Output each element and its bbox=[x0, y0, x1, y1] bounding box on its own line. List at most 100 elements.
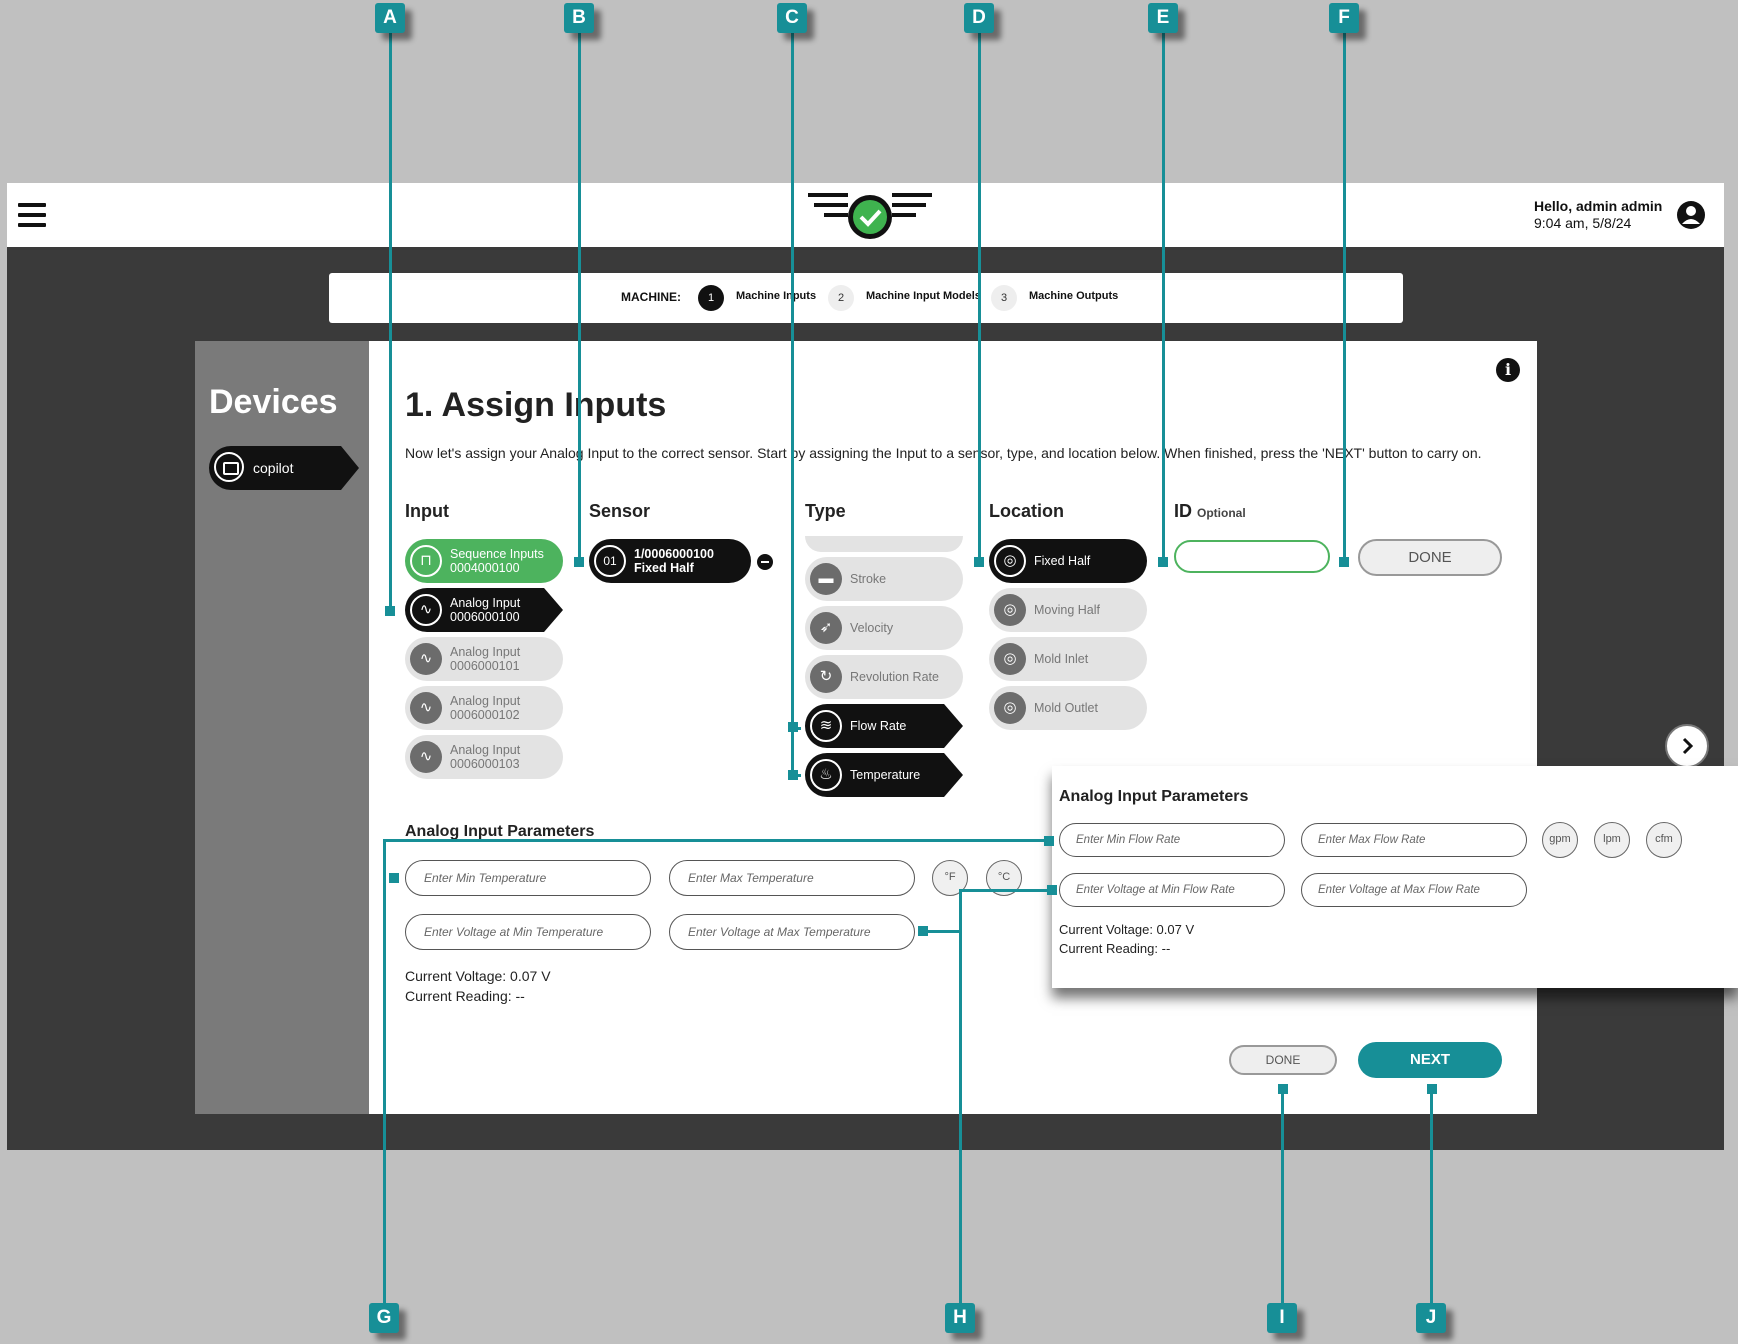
remove-sensor-icon[interactable] bbox=[757, 554, 773, 570]
sensor-number: 01 bbox=[594, 545, 626, 577]
overlay-current-voltage-text: Current Voltage: 0.07 V bbox=[1059, 922, 1195, 937]
callout-badge-g: G bbox=[369, 1303, 399, 1333]
voltage-min-temperature-input[interactable] bbox=[405, 914, 651, 950]
datetime-text: 9:04 am, 5/8/24 bbox=[1534, 215, 1632, 231]
location-label: Fixed Half bbox=[1034, 554, 1091, 568]
sequence-wave-icon: ⊓ bbox=[410, 545, 442, 577]
input-name: Analog Input bbox=[450, 743, 521, 757]
callout-badge-i: I bbox=[1267, 1303, 1297, 1333]
callout-badge-j: J bbox=[1416, 1303, 1446, 1333]
unit-lpm-toggle[interactable]: lpm bbox=[1594, 822, 1630, 858]
analog-wave-icon: ∿ bbox=[410, 741, 442, 773]
callout-badge-h: H bbox=[945, 1303, 975, 1333]
target-icon: ◎ bbox=[994, 643, 1026, 675]
step-1-number[interactable]: 1 bbox=[698, 285, 724, 311]
type-label: Velocity bbox=[850, 621, 894, 635]
device-chip-copilot[interactable]: copilot bbox=[209, 446, 359, 490]
input-item-analog[interactable]: ∿ Analog Input 0006000103 bbox=[405, 735, 563, 779]
location-label: Mold Inlet bbox=[1034, 652, 1089, 666]
type-label: Stroke bbox=[850, 572, 887, 586]
instructions-text: Now let's assign your Analog Input to th… bbox=[405, 445, 1482, 461]
type-label: Revolution Rate bbox=[850, 670, 939, 684]
input-code: 0004000100 bbox=[450, 561, 520, 575]
id-done-button[interactable]: DONE bbox=[1358, 539, 1502, 576]
input-name: Analog Input bbox=[450, 694, 521, 708]
type-item-flow-rate[interactable]: ≋ Flow Rate bbox=[805, 704, 963, 748]
analog-wave-icon: ∿ bbox=[410, 643, 442, 675]
next-button[interactable]: NEXT bbox=[1358, 1042, 1502, 1078]
revolution-icon: ↻ bbox=[810, 661, 842, 693]
readout-block: Current Voltage: 0.07 V Current Reading:… bbox=[405, 966, 551, 1006]
voltage-min-flow-input[interactable] bbox=[1059, 873, 1285, 907]
stepper-label: MACHINE: bbox=[621, 290, 681, 304]
analog-wave-icon: ∿ bbox=[410, 594, 442, 626]
input-code: 0006000100 bbox=[450, 610, 520, 624]
input-code: 0006000102 bbox=[450, 708, 520, 722]
step-2-number[interactable]: 2 bbox=[828, 285, 854, 311]
input-name: Analog Input bbox=[450, 645, 521, 659]
input-column-header: Input bbox=[405, 501, 449, 521]
input-code: 0006000101 bbox=[450, 659, 520, 673]
info-icon[interactable]: i bbox=[1496, 358, 1520, 382]
callout-badge-d: D bbox=[964, 3, 994, 33]
step-2-label[interactable]: Machine Input Models bbox=[866, 290, 981, 302]
input-item-analog-selected[interactable]: ∿ Analog Input 0006000100 bbox=[405, 588, 563, 632]
done-button[interactable]: DONE bbox=[1229, 1045, 1337, 1075]
unit-gpm-toggle[interactable]: gpm bbox=[1542, 822, 1578, 858]
input-item-analog[interactable]: ∿ Analog Input 0006000101 bbox=[405, 637, 563, 681]
voltage-max-temperature-input[interactable] bbox=[669, 914, 915, 950]
target-icon: ◎ bbox=[994, 545, 1026, 577]
devices-title: Devices bbox=[209, 383, 338, 421]
overlay-current-reading-text: Current Reading: -- bbox=[1059, 941, 1171, 956]
device-icon bbox=[214, 452, 244, 482]
input-item-analog[interactable]: ∿ Analog Input 0006000102 bbox=[405, 686, 563, 730]
location-item-mold-inlet[interactable]: ◎ Mold Inlet bbox=[989, 637, 1147, 681]
voltage-max-flow-input[interactable] bbox=[1301, 873, 1527, 907]
location-item-mold-outlet[interactable]: ◎ Mold Outlet bbox=[989, 686, 1147, 730]
max-flow-rate-input[interactable] bbox=[1301, 823, 1527, 857]
type-label: Flow Rate bbox=[850, 719, 907, 733]
hamburger-menu-icon[interactable] bbox=[18, 203, 46, 227]
user-account-icon[interactable] bbox=[1676, 200, 1706, 230]
target-icon: ◎ bbox=[994, 594, 1026, 626]
step-3-label[interactable]: Machine Outputs bbox=[1029, 290, 1118, 302]
current-reading-text: Current Reading: -- bbox=[405, 988, 525, 1004]
location-item-fixed-half[interactable]: ◎ Fixed Half bbox=[989, 539, 1147, 583]
callout-badge-f: F bbox=[1329, 3, 1359, 33]
location-item-moving-half[interactable]: ◎ Moving Half bbox=[989, 588, 1147, 632]
type-item-partial bbox=[805, 536, 963, 552]
id-column-header: ID Optional bbox=[1174, 501, 1246, 522]
type-item-temperature[interactable]: ♨ Temperature bbox=[805, 753, 963, 797]
min-temperature-input[interactable] bbox=[405, 860, 651, 896]
sensor-id-input[interactable] bbox=[1174, 540, 1330, 573]
page-title: 1. Assign Inputs bbox=[405, 386, 667, 424]
sensor-line2: Fixed Half bbox=[634, 561, 694, 575]
overlay-readout-block: Current Voltage: 0.07 V Current Reading:… bbox=[1059, 920, 1194, 958]
input-item-sequence[interactable]: ⊓ Sequence Inputs 0004000100 bbox=[405, 539, 563, 583]
type-item-velocity[interactable]: ➶ Velocity bbox=[805, 606, 963, 650]
waves-icon: ≋ bbox=[810, 710, 842, 742]
input-code: 0006000103 bbox=[450, 757, 520, 771]
id-header-text: ID bbox=[1174, 501, 1192, 521]
step-3-number[interactable]: 3 bbox=[991, 285, 1017, 311]
min-flow-rate-input[interactable] bbox=[1059, 823, 1285, 857]
sensor-line1: 1/0006000100 bbox=[634, 547, 714, 561]
max-temperature-input[interactable] bbox=[669, 860, 915, 896]
next-page-chevron-icon[interactable] bbox=[1665, 724, 1709, 768]
callout-badge-c: C bbox=[777, 3, 807, 33]
current-voltage-text: Current Voltage: 0.07 V bbox=[405, 968, 551, 984]
type-item-revolution-rate[interactable]: ↻ Revolution Rate bbox=[805, 655, 963, 699]
device-label: copilot bbox=[253, 460, 294, 476]
overlay-params-title: Analog Input Parameters bbox=[1059, 788, 1249, 805]
step-1-label[interactable]: Machine Inputs bbox=[736, 290, 816, 302]
flame-icon: ♨ bbox=[810, 759, 842, 791]
callout-badge-e: E bbox=[1148, 3, 1178, 33]
unit-cfm-toggle[interactable]: cfm bbox=[1646, 822, 1682, 858]
callout-badge-b: B bbox=[564, 3, 594, 33]
greeting-text: Hello, admin admin bbox=[1534, 198, 1663, 214]
sensor-item-01[interactable]: 01 1/0006000100 Fixed Half bbox=[589, 539, 751, 583]
type-item-stroke[interactable]: ▬ Stroke bbox=[805, 557, 963, 601]
sensor-column-header: Sensor bbox=[589, 501, 651, 521]
input-name: Analog Input bbox=[450, 596, 521, 610]
type-label: Temperature bbox=[850, 768, 921, 782]
